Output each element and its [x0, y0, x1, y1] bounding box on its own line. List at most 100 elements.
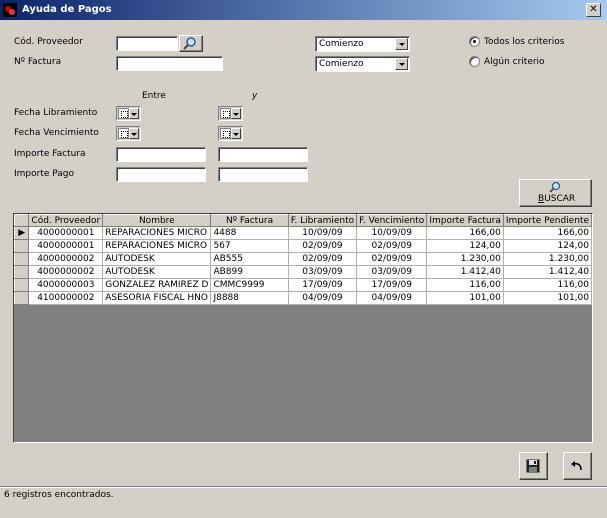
fecha-vencimiento-to-picker[interactable] [218, 126, 243, 141]
row-header[interactable] [13, 278, 30, 292]
cell-cod[interactable]: 4000000002 [28, 265, 104, 279]
cell-libramiento[interactable]: 10/09/09 [288, 226, 358, 240]
importe-pago-label: Importe Pago [14, 169, 75, 179]
cell-libramiento[interactable]: 17/09/09 [288, 278, 358, 292]
cell-nombre[interactable]: REPARACIONES MICRO [102, 239, 212, 253]
col-libramiento[interactable]: F. Libramiento [287, 214, 358, 227]
chevron-down-icon[interactable] [129, 108, 139, 119]
undo-button[interactable] [563, 452, 592, 480]
col-factura[interactable]: Nº Factura [210, 214, 289, 227]
importe-pago-from-input[interactable] [116, 167, 206, 182]
date-checkbox[interactable] [118, 128, 129, 139]
cell-cod[interactable]: 4100000002 [28, 291, 104, 305]
row-indicator[interactable]: ▶ [13, 226, 30, 240]
cell-libramiento[interactable]: 02/09/09 [288, 239, 358, 253]
window-title: Ayuda de Pagos [22, 4, 112, 15]
cell-pendiente[interactable]: 1.412,40 [503, 265, 593, 279]
col-cod-proveedor[interactable]: Cód. Proveedor [28, 214, 104, 227]
cell-vencimiento[interactable]: 03/09/09 [356, 265, 428, 279]
todos-criterios-label: Todos los criterios [484, 37, 565, 47]
cell-importe[interactable]: 1.230,00 [426, 252, 504, 266]
date-checkbox[interactable] [220, 128, 231, 139]
cell-nombre[interactable]: AUTODESK [102, 252, 212, 266]
cell-cod[interactable]: 4000000002 [28, 252, 104, 266]
chevron-down-icon[interactable] [231, 128, 241, 139]
cell-importe[interactable]: 116,00 [426, 278, 504, 292]
fecha-vencimiento-from-picker[interactable] [116, 126, 141, 141]
col-vencimiento[interactable]: F. Vencimiento [356, 214, 428, 227]
cell-nombre[interactable]: GONZALEZ RAMIREZ D [102, 278, 212, 292]
table-row[interactable]: 4100000002 ASESORIA FISCAL HNO J8888 04/… [13, 291, 593, 305]
cod-proveedor-input[interactable] [116, 36, 178, 51]
results-grid[interactable]: Cód. Proveedor Nombre Nº Factura F. Libr… [13, 213, 593, 443]
cell-pendiente[interactable]: 101,00 [503, 291, 593, 305]
table-row[interactable]: 4000000002 AUTODESK AB555 02/09/09 02/09… [13, 252, 593, 266]
chevron-down-icon[interactable] [129, 128, 139, 139]
table-row[interactable]: 4000000003 GONZALEZ RAMIREZ D CMMC9999 1… [13, 278, 593, 292]
cell-pendiente[interactable]: 124,00 [503, 239, 593, 253]
buscar-button[interactable]: BUSCAR [519, 179, 592, 207]
date-checkbox[interactable] [220, 108, 231, 119]
cell-libramiento[interactable]: 03/09/09 [288, 265, 358, 279]
cell-factura[interactable]: J8888 [210, 291, 289, 305]
importe-factura-label: Importe Factura [14, 149, 86, 159]
table-row[interactable]: 4000000002 AUTODESK AB899 03/09/09 03/09… [13, 265, 593, 279]
row-header[interactable] [13, 291, 30, 305]
factura-input[interactable] [116, 56, 223, 71]
importe-factura-to-input[interactable] [218, 147, 308, 162]
chevron-down-icon[interactable] [395, 38, 408, 50]
cell-vencimiento[interactable]: 10/09/09 [356, 226, 428, 240]
table-row[interactable]: ▶ 4000000001 REPARACIONES MICRO 4488 10/… [13, 226, 593, 240]
fecha-libramiento-from-picker[interactable] [116, 106, 141, 121]
cell-pendiente[interactable]: 1.230,00 [503, 252, 593, 266]
results-table: Cód. Proveedor Nombre Nº Factura F. Libr… [13, 214, 593, 305]
fecha-vencimiento-label: Fecha Vencimiento [14, 128, 99, 138]
importe-factura-from-input[interactable] [116, 147, 206, 162]
table-row[interactable]: 4000000001 REPARACIONES MICRO 567 02/09/… [13, 239, 593, 253]
col-importe-factura[interactable]: Importe Factura [426, 214, 504, 227]
cell-factura[interactable]: AB555 [210, 252, 289, 266]
cell-libramiento[interactable]: 04/09/09 [288, 291, 358, 305]
factura-match-select[interactable]: Comienzo [315, 56, 410, 72]
cell-vencimiento[interactable]: 02/09/09 [356, 252, 428, 266]
cell-pendiente[interactable]: 116,00 [503, 278, 593, 292]
cell-nombre[interactable]: REPARACIONES MICRO [102, 226, 212, 240]
y-label: y [252, 91, 258, 101]
row-header[interactable] [13, 252, 30, 266]
cell-importe[interactable]: 124,00 [426, 239, 504, 253]
cell-vencimiento[interactable]: 17/09/09 [356, 278, 428, 292]
col-nombre[interactable]: Nombre [102, 214, 212, 227]
cell-factura[interactable]: AB899 [210, 265, 289, 279]
app-icon [3, 3, 17, 17]
cell-importe[interactable]: 1.412,40 [426, 265, 504, 279]
cell-importe[interactable]: 101,00 [426, 291, 504, 305]
cell-factura[interactable]: 4488 [210, 226, 289, 240]
fecha-libramiento-to-picker[interactable] [218, 106, 243, 121]
cell-importe[interactable]: 166,00 [426, 226, 504, 240]
cell-vencimiento[interactable]: 02/09/09 [356, 239, 428, 253]
cell-pendiente[interactable]: 166,00 [503, 226, 593, 240]
proveedor-match-select[interactable]: Comienzo [315, 36, 410, 52]
cell-cod[interactable]: 4000000001 [28, 226, 104, 240]
cell-factura[interactable]: CMMC9999 [210, 278, 289, 292]
close-button[interactable]: ✕ [586, 3, 601, 17]
row-header[interactable] [13, 239, 30, 253]
row-header[interactable] [13, 265, 30, 279]
chevron-down-icon[interactable] [395, 58, 408, 70]
cell-libramiento[interactable]: 02/09/09 [288, 252, 358, 266]
cell-vencimiento[interactable]: 04/09/09 [356, 291, 428, 305]
lookup-proveedor-button[interactable] [179, 35, 203, 52]
cell-nombre[interactable]: ASESORIA FISCAL HNO [102, 291, 212, 305]
magnifier-icon [183, 37, 196, 50]
chevron-down-icon[interactable] [231, 108, 241, 119]
save-button[interactable] [519, 452, 548, 480]
importe-pago-to-input[interactable] [218, 167, 308, 182]
cell-factura[interactable]: 567 [210, 239, 289, 253]
date-checkbox[interactable] [118, 108, 129, 119]
todos-criterios-radio[interactable] [469, 36, 480, 47]
cell-nombre[interactable]: AUTODESK [102, 265, 212, 279]
col-importe-pendiente[interactable]: Importe Pendiente [502, 214, 593, 227]
cell-cod[interactable]: 4000000001 [28, 239, 104, 253]
algun-criterio-radio[interactable] [469, 56, 480, 67]
cell-cod[interactable]: 4000000003 [28, 278, 104, 292]
